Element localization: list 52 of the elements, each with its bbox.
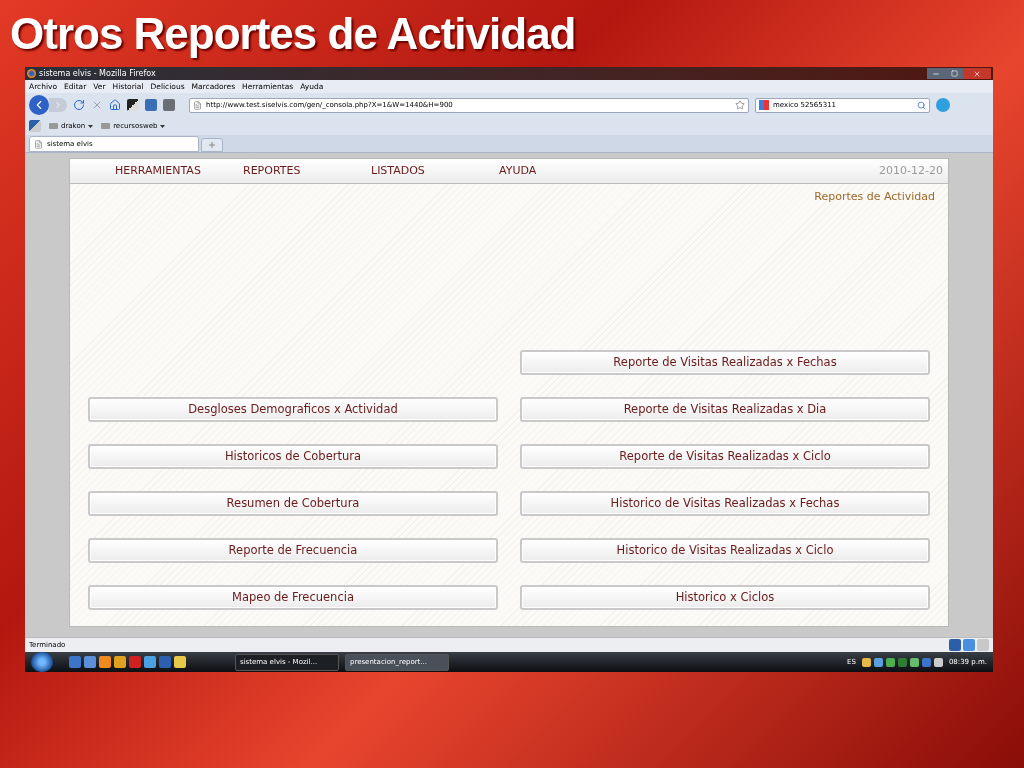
bookmark-star-icon[interactable] [735,100,745,110]
back-button[interactable] [29,95,49,115]
page-icon [34,139,43,149]
folder-icon [49,123,58,129]
stop-icon[interactable] [91,99,103,111]
report-button[interactable]: Reporte de Visitas Realizadas x Dia [520,397,930,422]
quick-launch-icon[interactable] [99,656,111,668]
quick-launch-icon[interactable] [129,656,141,668]
status-icon[interactable] [949,639,961,651]
close-icon [973,69,981,78]
search-icon[interactable] [917,100,926,110]
report-button[interactable]: Historicos de Cobertura [88,444,498,469]
page-icon [193,100,202,110]
report-button[interactable]: Mapeo de Frecuencia [88,585,498,610]
report-button[interactable]: Historico de Visitas Realizadas x Fechas [520,491,930,516]
reload-icon[interactable] [73,99,85,111]
quick-launch-icon[interactable] [159,656,171,668]
firefox-icon [27,69,36,78]
report-button[interactable]: Desgloses Demograficos x Actividad [88,397,498,422]
report-button[interactable]: Reporte de Visitas Realizadas x Ciclo [520,444,930,469]
report-button[interactable]: Reporte de Visitas Realizadas x Fechas [520,350,930,375]
report-button[interactable]: Historico x Ciclos [520,585,930,610]
report-button[interactable]: Resumen de Cobertura [88,491,498,516]
quick-launch-icon[interactable] [69,656,81,668]
quick-launch-icon[interactable] [174,656,186,668]
nav-link[interactable]: AYUDA [499,162,627,180]
maximize-button[interactable] [945,68,963,79]
close-button[interactable] [963,68,991,79]
plus-icon [209,142,215,148]
caret-icon[interactable] [88,124,94,128]
bookmarks-icon[interactable] [29,120,41,132]
nav-link[interactable]: REPORTES [243,162,371,180]
section-title: Reportes de Actividad [814,189,935,205]
window-title: sistema elvis - Mozilla Firefox [39,69,156,78]
home-icon[interactable] [109,99,121,111]
new-tab-button[interactable] [201,138,223,152]
folder-icon [101,123,111,129]
caret-icon[interactable] [160,124,166,128]
minimize-button[interactable] [927,68,945,79]
report-button[interactable]: Reporte de Frecuencia [88,538,498,563]
date-label: 2010-12-20 [879,162,943,179]
nav-link[interactable]: HERRAMIENTAS [115,162,243,180]
quick-launch-icon[interactable] [84,656,96,668]
report-button[interactable]: Historico de Visitas Realizadas x Ciclo [520,538,930,563]
slide-title: Otros Reportes de Actividad [10,11,576,56]
start-button[interactable] [31,652,53,672]
nav-link[interactable]: LISTADOS [371,162,499,180]
quick-launch-icon[interactable] [114,656,126,668]
toolbar-icon[interactable] [127,99,139,111]
status-icon[interactable] [963,639,975,651]
maximize-icon [950,70,958,77]
quick-launch-icon[interactable] [144,656,156,668]
